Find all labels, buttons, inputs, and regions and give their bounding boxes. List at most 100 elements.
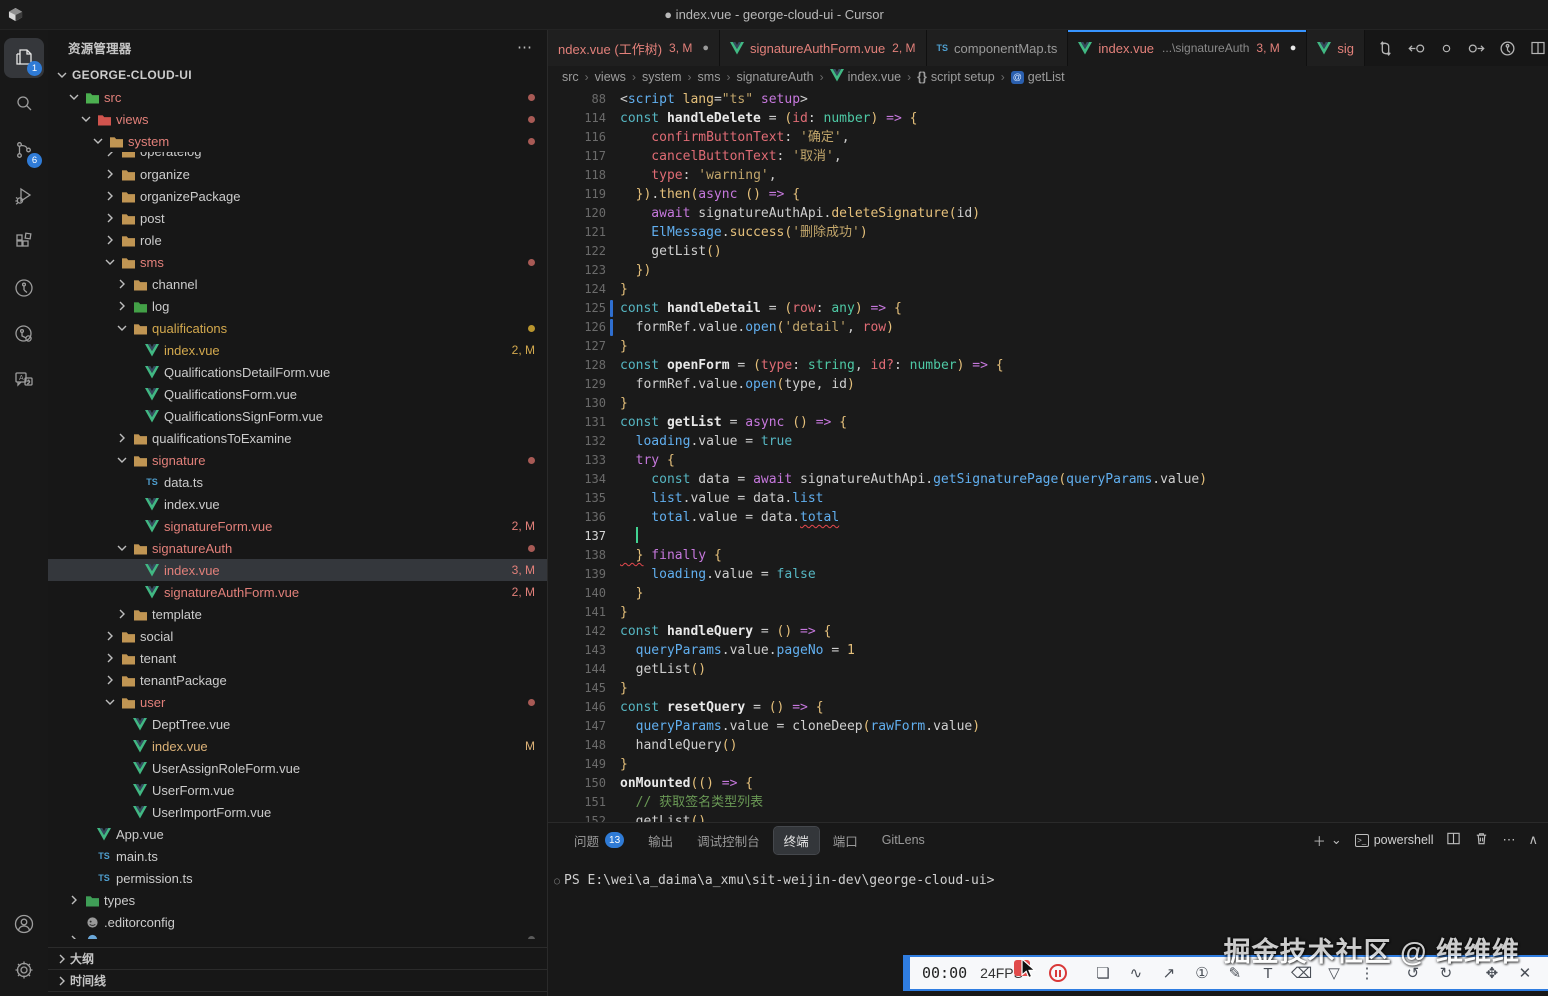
line-number[interactable]: 124 [548, 280, 606, 299]
search-icon[interactable] [4, 84, 44, 124]
panel-tab-终端[interactable]: 终端 [774, 827, 819, 854]
line-number[interactable]: 137 [548, 527, 606, 546]
split-editor-icon[interactable] [1530, 40, 1546, 56]
editor-tab-sig[interactable]: sig [1307, 30, 1365, 66]
split-terminal-icon[interactable] [1446, 831, 1461, 849]
tree-item-index.vue[interactable]: index.vue2, M [48, 339, 547, 361]
tree-item-index.vue[interactable]: index.vue [48, 493, 547, 515]
change-dot-icon[interactable] [1439, 41, 1454, 56]
run-debug-icon[interactable] [4, 176, 44, 216]
line-number[interactable]: 143 [548, 641, 606, 660]
kill-terminal-icon[interactable] [1474, 831, 1489, 849]
settings-gear-icon[interactable] [4, 950, 44, 990]
breadcrumb-system[interactable]: system [642, 70, 682, 84]
line-number[interactable]: 134 [548, 470, 606, 489]
editor-tab-index.vue[interactable]: index.vue...\signatureAuth3, M● [1068, 30, 1307, 66]
arrow-tool[interactable]: ↗ [1159, 966, 1179, 981]
tree-item-data.ts[interactable]: TSdata.ts [48, 471, 547, 493]
terminal-picker-chevron-icon[interactable]: ⌄ [1331, 832, 1342, 848]
line-number[interactable]: 125 [548, 299, 606, 318]
line-number[interactable]: 120 [548, 204, 606, 223]
line-number[interactable]: 122 [548, 242, 606, 261]
tree-item-GEORGE-CLOUD-UI[interactable]: GEORGE-CLOUD-UI [48, 64, 547, 86]
line-number[interactable]: 128 [548, 356, 606, 375]
line-number[interactable]: 127 [548, 337, 606, 356]
line-number[interactable]: 116 [548, 128, 606, 147]
counter-tool[interactable]: ① [1192, 966, 1212, 981]
previous-change-icon[interactable] [1408, 40, 1425, 57]
editor-tab-componentMap.ts[interactable]: TScomponentMap.ts [927, 30, 1069, 66]
tree-item-qualifications[interactable]: qualifications [48, 317, 547, 339]
tree-item-role[interactable]: role [48, 229, 547, 251]
editor-tab-ndex.vue[interactable]: ndex.vue (工作树)3, M● [548, 30, 720, 66]
tree-item-log[interactable]: log [48, 295, 547, 317]
line-number[interactable]: 119 [548, 185, 606, 204]
tree-item-src[interactable]: src [48, 86, 547, 108]
git-graph-icon[interactable] [1499, 40, 1516, 57]
section-timeline[interactable]: 时间线 [48, 969, 547, 991]
translate-chat-icon[interactable]: A [4, 360, 44, 400]
line-number[interactable]: 129 [548, 375, 606, 394]
open-changes-icon[interactable] [1377, 40, 1394, 57]
breadcrumb-signatureAuth[interactable]: signatureAuth [736, 70, 813, 84]
tree-item-index.vue[interactable]: index.vueM [48, 735, 547, 757]
tree-item-DeptTree.vue[interactable]: DeptTree.vue [48, 713, 547, 735]
tree-item-QualificationsForm.vue[interactable]: QualificationsForm.vue [48, 383, 547, 405]
tree-item-App.vue[interactable]: App.vue [48, 823, 547, 845]
tree-item-main.ts[interactable]: TSmain.ts [48, 845, 547, 867]
line-number[interactable]: 131 [548, 413, 606, 432]
tree-item-index.vue[interactable]: index.vue3, M [48, 559, 547, 581]
line-number[interactable]: 136 [548, 508, 606, 527]
line-number[interactable]: 147 [548, 717, 606, 736]
line-number[interactable]: 138 [548, 546, 606, 565]
line-number[interactable]: 114 [548, 109, 606, 128]
line-number[interactable]: 121 [548, 223, 606, 242]
source-control-icon[interactable]: 6 [4, 130, 44, 170]
tree-item-permission.ts[interactable]: TSpermission.ts [48, 867, 547, 889]
panel-tab-端口[interactable]: 端口 [823, 827, 868, 854]
tree-item-QualificationsDetailForm.vue[interactable]: QualificationsDetailForm.vue [48, 361, 547, 383]
line-number[interactable]: 146 [548, 698, 606, 717]
line-number[interactable]: 145 [548, 679, 606, 698]
breadcrumb-views[interactable]: views [595, 70, 626, 84]
tree-item-template[interactable]: template [48, 603, 547, 625]
breadcrumb-getList[interactable]: @getList [1011, 70, 1065, 84]
line-number[interactable]: 150 [548, 774, 606, 793]
freehand-tool[interactable]: ∿ [1126, 966, 1146, 981]
tree-item-user[interactable]: user [48, 691, 547, 713]
line-number[interactable]: 144 [548, 660, 606, 679]
editor-tab-signatureAuthForm.vue[interactable]: signatureAuthForm.vue2, M [720, 30, 926, 66]
extension-circle-icon[interactable] [4, 268, 44, 308]
tree-item-post[interactable]: post [48, 207, 547, 229]
extension-circle-badge-icon[interactable] [4, 314, 44, 354]
tree-item-signatureAuth[interactable]: signatureAuth [48, 537, 547, 559]
breadcrumb-index.vue[interactable]: index.vue [830, 69, 902, 85]
tree-item-channel[interactable]: channel [48, 273, 547, 295]
pause-button[interactable] [1049, 964, 1067, 982]
breadcrumb-src[interactable]: src [562, 70, 579, 84]
new-terminal-icon[interactable]: ＋ [1313, 831, 1326, 850]
tree-item-UserAssignRoleForm.vue[interactable]: UserAssignRoleForm.vue [48, 757, 547, 779]
line-number[interactable]: 117 [548, 147, 606, 166]
account-icon[interactable] [4, 904, 44, 944]
shapes-tool[interactable]: ❏ [1093, 966, 1113, 981]
tree-item-UserForm.vue[interactable]: UserForm.vue [48, 779, 547, 801]
line-number[interactable]: 132 [548, 432, 606, 451]
tree-item-views[interactable]: views [48, 108, 547, 130]
line-number[interactable]: 118 [548, 166, 606, 185]
line-number[interactable]: 141 [548, 603, 606, 622]
line-number[interactable]: 152 [548, 812, 606, 822]
tree-item-tenant[interactable]: tenant [48, 647, 547, 669]
terminal-instance-powershell[interactable]: >_powershell [1355, 833, 1434, 847]
breadcrumb-scriptsetup[interactable]: {}script setup [917, 70, 995, 84]
tree-item-UserImportForm.vue[interactable]: UserImportForm.vue [48, 801, 547, 823]
tree-item[interactable] [48, 933, 547, 939]
panel-tab-问题[interactable]: 问题13 [564, 827, 634, 854]
panel-tab-GitLens[interactable]: GitLens [872, 829, 935, 851]
code-editor[interactable]: 88<script lang="ts" setup>114const handl… [548, 88, 1548, 822]
tree-item-social[interactable]: social [48, 625, 547, 647]
tree-item-signatureForm.vue[interactable]: signatureForm.vue2, M [48, 515, 547, 537]
sidebar-more-icon[interactable]: ⋯ [517, 38, 533, 56]
panel-tab-调试控制台[interactable]: 调试控制台 [687, 827, 770, 854]
explorer-icon[interactable]: 1 [4, 38, 44, 78]
